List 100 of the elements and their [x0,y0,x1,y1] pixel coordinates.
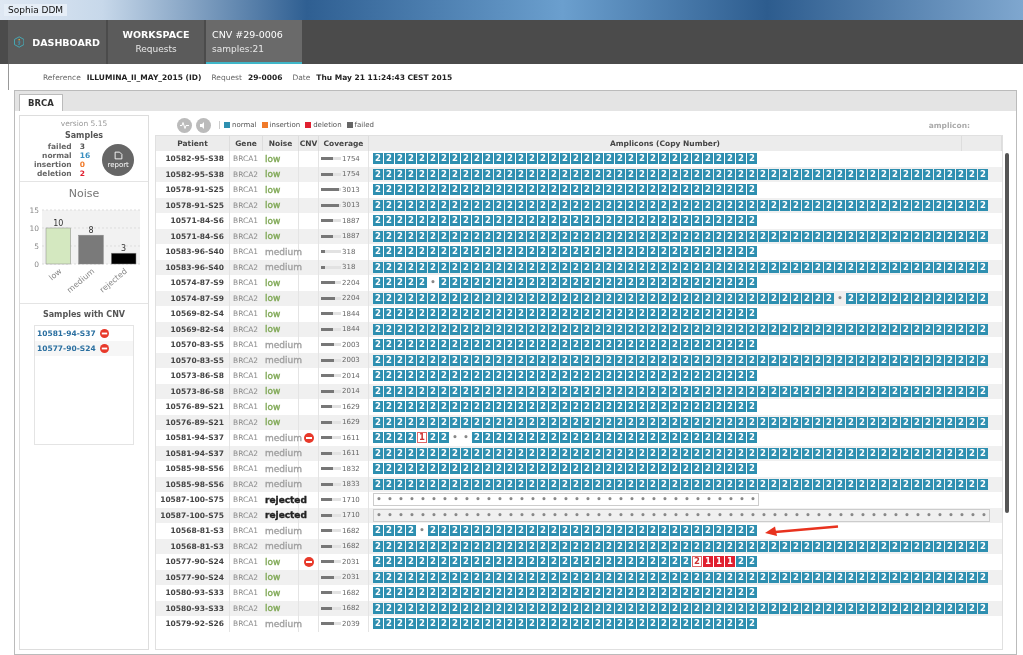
amplicon-cell: 2 [945,540,955,552]
amplicon-cell: 2 [868,540,878,552]
amplicon-cell: 2 [626,323,636,335]
amplicon-cell: 2 [417,230,427,242]
coverage-bar [321,451,341,455]
nav-tab[interactable]: WORKSPACE Requests [108,20,204,64]
amplicon-cell: 2 [725,261,735,273]
amplicon-cell: 2 [824,447,834,459]
amplicon-cell: 2 [945,602,955,614]
amplicon-cell: 2 [791,323,801,335]
amplicon-cell: 2 [637,292,647,304]
amplicon-cell: 2 [725,339,735,351]
amplicon-cell: 2 [681,339,691,351]
speaker-icon[interactable] [196,117,211,133]
amplicon-cell: 2 [483,292,493,304]
failed-amplicon-dot: • [430,494,438,506]
noise-cell: low [265,587,281,598]
amplicon-cell: 2 [703,618,713,630]
amplicon-cell: 2 [428,463,438,475]
amplicon-cell: 2 [395,587,405,599]
amplicon-cell: 1 [714,556,724,568]
amplicon-cell: 2 [516,308,526,320]
amplicon-cell: 2 [593,261,603,273]
amplicon-cell: 2 [439,246,449,258]
wave-icon[interactable] [177,117,192,133]
noise-cell: low [265,401,281,412]
amplicon-cell: 2 [593,246,603,258]
coverage-bar [321,498,341,502]
amplicon-cell: 2 [538,230,548,242]
amplicon-cell: 2 [494,199,504,211]
failed-amplicon-dot: • [639,494,647,506]
amplicon-cell: 2 [703,230,713,242]
amplicon-cell: 2 [527,168,537,180]
amplicon-cell: 2 [450,571,460,583]
failed-amplicon-dot: • [419,494,427,506]
amplicon-cell: 2 [703,478,713,490]
amplicon-cell: 2 [648,199,658,211]
amplicon-cell: 2 [560,432,570,444]
amplicon-cell: 2 [736,339,746,351]
tab[interactable]: BRCA [19,94,63,111]
amplicon-cell: 2 [681,215,691,227]
chart-title: Noise [68,187,100,200]
amplicon-cell: 2 [648,525,658,537]
amplicon-cell: 2 [857,447,867,459]
amplicon-cell: 2 [461,587,471,599]
amplicon-cell: 2 [428,215,438,227]
amplicon-cell: 2 [549,525,559,537]
amplicon-cell: 2 [582,215,592,227]
amplicon-cell: 2 [725,230,735,242]
amplicon-cell: 2 [571,308,581,320]
amplicon-cell: 2 [604,339,614,351]
amplicon-cell: 2 [615,478,625,490]
amplicon-cell: 2 [747,571,757,583]
minus-circle-icon [99,329,109,338]
amplicon-cell: 2 [472,323,482,335]
failed-amplicon-dot: • [958,509,966,521]
nav-tab[interactable]: CNV #29-0006 samples:21 [206,20,302,64]
amplicon-cell: 2 [747,602,757,614]
amplicon-cell: 2 [461,199,471,211]
scrollbar-thumb[interactable] [1005,153,1009,513]
failed-amplicon-dot: • [947,509,955,521]
noise-cell: medium [265,432,302,443]
amplicon-cell: 2 [571,478,581,490]
amplicon-cell: 2 [692,230,702,242]
amplicon-cell: 2 [703,323,713,335]
amplicon-cell: 2 [648,587,658,599]
amplicon-cell: 2 [494,370,504,382]
amplicon-cell: 2 [494,385,504,397]
amplicon-cell: 2 [373,370,383,382]
amplicon-cell: 2 [505,525,515,537]
amplicon-cell: 2 [494,168,504,180]
amplicon-cell: 2 [725,308,735,320]
amplicon-cell: 2 [593,168,603,180]
amplicon-cell: 2 [637,416,647,428]
amplicon-cell: 2 [582,339,592,351]
amplicon-cell: 2 [450,478,460,490]
amplicon-cell: 2 [406,385,416,397]
amplicon-cell: 2 [439,168,449,180]
amplicon-cell: 2 [637,215,647,227]
amplicon-cell: 2 [637,168,647,180]
amplicon-cell: 2 [373,540,383,552]
amplicon-cell: 2 [835,261,845,273]
amplicon-cell: 2 [560,370,570,382]
amplicon-cell: 2 [681,230,691,242]
amplicon-cell: 2 [747,308,757,320]
amplicon-cell: 2 [978,478,988,490]
amplicon-cell: 2 [450,168,460,180]
amplicon-cell: 2 [505,401,515,413]
amplicon-cell: 2 [439,215,449,227]
amplicon-cell: 2 [373,525,383,537]
amplicon-cell: 2 [736,540,746,552]
amplicon-cell: 2 [648,215,658,227]
amplicon-cell: 2 [879,323,889,335]
failed-amplicon-dot: • [474,494,482,506]
amplicon-cell: 2 [868,447,878,459]
dashboard-tab[interactable]: DASHBOARD [8,20,106,64]
amplicon-cell: 2 [450,602,460,614]
amplicon-cell: 2 [780,168,790,180]
amplicon-cell: 2 [659,385,669,397]
amplicon-cell: 2 [373,292,383,304]
